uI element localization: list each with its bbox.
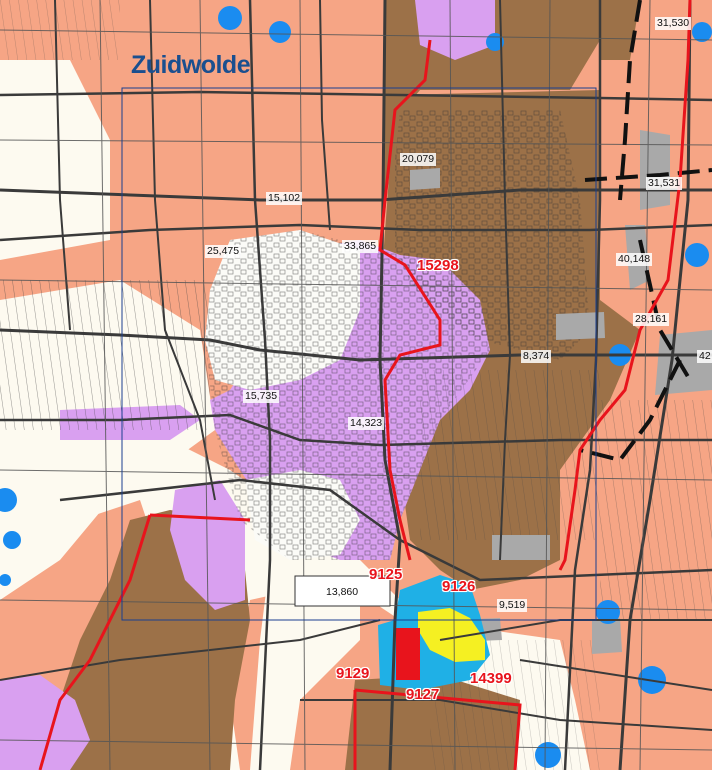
- map-label-40148: 40,148: [616, 253, 653, 266]
- zone-grey: [410, 168, 440, 190]
- map-label-25475: 25,475: [205, 245, 242, 258]
- zone-red-block: [396, 628, 420, 680]
- map-label-31531: 31,531: [646, 177, 683, 190]
- parcel-label-9127: 9127: [406, 686, 440, 703]
- parcel-label-15298: 15298: [417, 257, 459, 274]
- parcel-label-14399: 14399: [470, 670, 512, 687]
- map-label-42: 42: [697, 350, 712, 363]
- map-label-15102: 15,102: [266, 192, 303, 205]
- place-name-label: Zuidwolde: [131, 51, 251, 79]
- map-label-9519: 9,519: [497, 599, 528, 612]
- field-stripes: [600, 400, 712, 620]
- parcel-label-9125: 9125: [369, 566, 403, 583]
- map-label-15735: 15,735: [243, 390, 280, 403]
- zone-grey: [640, 130, 670, 210]
- map-label-14323: 14,323: [348, 417, 385, 430]
- map-label-28161: 28,161: [633, 313, 670, 326]
- map-label-31530: 31,530: [655, 17, 692, 30]
- map-layers: [0, 0, 712, 770]
- parcel-label-9129: 9129: [336, 665, 370, 682]
- map-label-20079: 20,079: [400, 153, 437, 166]
- map-label-33865: 33,865: [342, 240, 379, 253]
- map-label-8374: 8,374: [521, 350, 552, 363]
- map-canvas[interactable]: Zuidwolde 31,530 20,079 31,531 15,102 25…: [0, 0, 712, 770]
- map-label-13860: 13,860: [326, 586, 359, 598]
- parcel-label-9126: 9126: [442, 578, 476, 595]
